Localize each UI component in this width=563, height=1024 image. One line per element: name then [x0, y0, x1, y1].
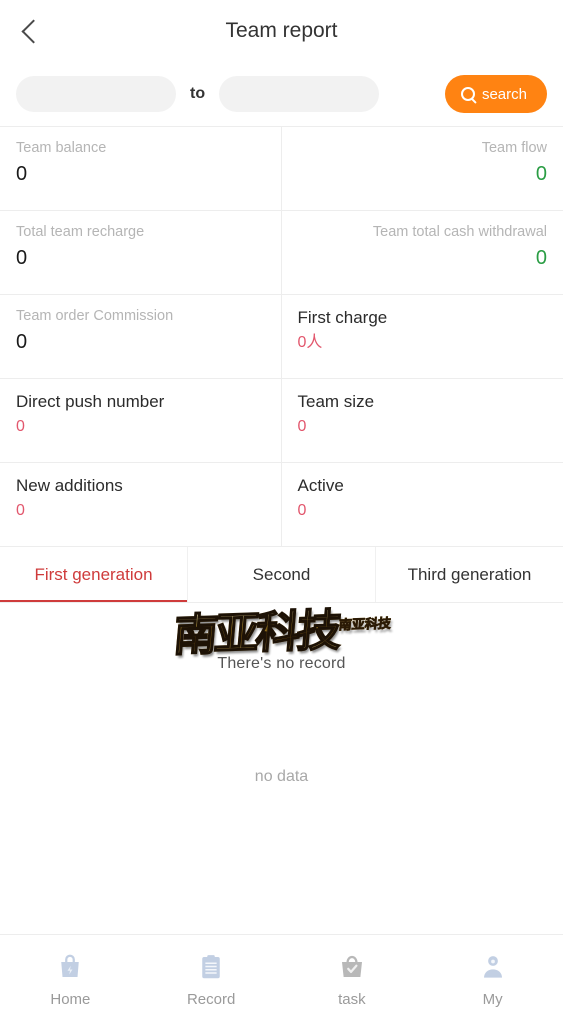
no-data-text: no data	[254, 768, 309, 785]
clipboard-icon	[202, 954, 220, 978]
stat-label: Total team recharge	[16, 224, 145, 240]
start-date-input[interactable]	[16, 76, 176, 112]
bottom-navigation: Home Record task My	[0, 934, 563, 1024]
stat-value: 0	[535, 162, 547, 185]
search-icon	[460, 87, 475, 101]
search-bar: to search	[0, 62, 563, 126]
stat-value: 0	[16, 417, 25, 435]
stat-value: 0人	[297, 333, 323, 351]
end-date-input[interactable]	[219, 76, 380, 112]
stat-value: 0	[297, 417, 307, 435]
nav-item-record[interactable]: Record	[141, 935, 282, 1024]
date-range-separator: to	[190, 85, 206, 102]
stats-row: Direct push number 0 Team size 0	[0, 379, 563, 463]
tab-second[interactable]: Second	[188, 547, 376, 602]
search-button[interactable]: search	[444, 75, 547, 113]
stat-value: 0	[16, 330, 28, 353]
user-icon	[483, 955, 502, 978]
generation-tabs: First generation Second Third generation	[0, 547, 563, 603]
nav-item-my[interactable]: My	[422, 935, 563, 1024]
records-panel: 南亚科技南亚科技 There's no record no data	[0, 603, 563, 943]
watermark-superscript: 南亚科技	[337, 616, 392, 634]
stat-cell-team-balance: Team balance 0	[0, 127, 282, 210]
stat-cell-new-additions: New additions 0	[0, 463, 282, 546]
shopping-bag-icon	[61, 954, 80, 977]
nav-item-home[interactable]: Home	[0, 935, 141, 1024]
stat-value: 0	[297, 501, 307, 519]
nav-label: Record	[186, 990, 236, 1008]
stat-cell-team-order-commission: Team order Commission 0	[0, 295, 282, 378]
stats-row: Team order Commission 0 First charge 0人	[0, 295, 563, 379]
stats-row: New additions 0 Active 0	[0, 463, 563, 547]
stat-label: Direct push number	[16, 392, 165, 411]
stat-value: 0	[16, 246, 28, 269]
nav-label: My	[482, 990, 503, 1008]
stat-value: 0	[535, 246, 547, 269]
no-record-text: There's no record	[217, 655, 346, 672]
stats-row: Team balance 0 Team flow 0	[0, 127, 563, 211]
stat-cell-first-charge: First charge 0人	[282, 295, 563, 378]
chevron-left-icon	[21, 18, 46, 44]
tab-label: Third generation	[407, 564, 532, 584]
stat-label: Team flow	[481, 140, 547, 156]
stats-row: Total team recharge 0 Team total cash wi…	[0, 211, 563, 295]
nav-label: task	[338, 990, 366, 1008]
stat-value: 0	[16, 162, 28, 185]
stat-label: Team balance	[16, 140, 107, 156]
tab-label: Second	[252, 564, 311, 584]
empty-state: There's no record	[0, 655, 563, 673]
brand-watermark-logo: 南亚科技南亚科技	[170, 604, 392, 662]
stat-label: Team total cash withdrawal	[372, 224, 547, 240]
stat-cell-team-total-cash-withdrawal: Team total cash withdrawal 0	[282, 211, 563, 294]
stat-cell-direct-push-number: Direct push number 0	[0, 379, 282, 462]
nav-item-task[interactable]: task	[282, 935, 423, 1024]
search-button-label: search	[481, 85, 527, 103]
task-basket-icon	[341, 955, 362, 977]
app-header: Team report	[0, 0, 563, 62]
stat-label: Team size	[297, 392, 375, 411]
stat-label: New additions	[16, 476, 123, 495]
stat-label: Team order Commission	[16, 308, 174, 324]
watermark-text: 南亚科技	[170, 604, 341, 662]
team-stats-grid: Team balance 0 Team flow 0 Total team re…	[0, 126, 563, 547]
stat-cell-total-team-recharge: Total team recharge 0	[0, 211, 282, 294]
back-button[interactable]	[0, 0, 62, 62]
tab-third-generation[interactable]: Third generation	[376, 547, 563, 602]
stat-value: 0	[16, 501, 25, 519]
stat-cell-team-size: Team size 0	[282, 379, 563, 462]
stat-label: First charge	[297, 308, 388, 327]
nav-label: Home	[50, 990, 91, 1008]
tab-label: First generation	[34, 564, 153, 584]
tab-first-generation[interactable]: First generation	[0, 547, 188, 602]
stat-cell-active: Active 0	[282, 463, 563, 546]
stat-cell-team-flow: Team flow 0	[282, 127, 563, 210]
stat-label: Active	[297, 476, 344, 495]
page-title: Team report	[225, 19, 338, 42]
